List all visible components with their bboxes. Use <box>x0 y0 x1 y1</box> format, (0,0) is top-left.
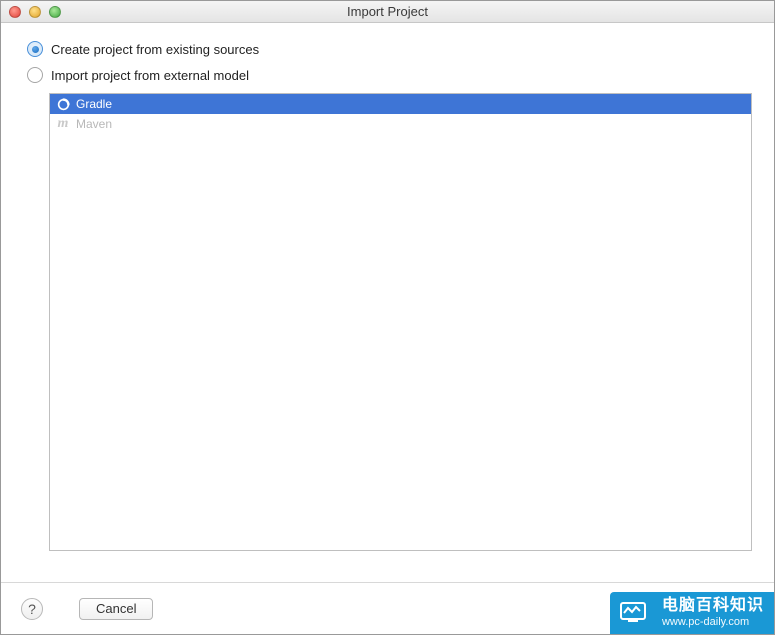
radio-icon <box>27 41 43 57</box>
list-item-label: Gradle <box>76 97 112 111</box>
radio-icon <box>27 67 43 83</box>
radio-label: Create project from existing sources <box>51 42 259 57</box>
list-item-gradle[interactable]: Gradle <box>50 94 751 114</box>
list-item-label: Maven <box>76 117 112 131</box>
zoom-icon[interactable] <box>49 6 61 18</box>
radio-create-from-sources[interactable]: Create project from existing sources <box>27 41 762 57</box>
minimize-icon[interactable] <box>29 6 41 18</box>
help-button[interactable]: ? <box>21 598 43 620</box>
list-item-maven[interactable]: m Maven <box>50 114 751 134</box>
dialog-content: Create project from existing sources Imp… <box>1 23 774 551</box>
close-icon[interactable] <box>9 6 21 18</box>
external-model-list[interactable]: Gradle m Maven <box>49 93 752 551</box>
watermark-title: 电脑百科知识 <box>662 597 764 615</box>
radio-import-external-model[interactable]: Import project from external model <box>27 67 762 83</box>
watermark: 电脑百科知识 www.pc-daily.com <box>610 592 774 634</box>
radio-label: Import project from external model <box>51 68 249 83</box>
gradle-icon <box>56 97 70 111</box>
watermark-text: 电脑百科知识 www.pc-daily.com <box>656 592 774 634</box>
window-title: Import Project <box>1 4 774 19</box>
cancel-button[interactable]: Cancel <box>79 598 153 620</box>
titlebar: Import Project <box>1 1 774 23</box>
watermark-url: www.pc-daily.com <box>662 616 764 629</box>
window-controls <box>1 6 61 18</box>
watermark-logo-icon <box>610 592 656 634</box>
maven-icon: m <box>56 117 70 131</box>
